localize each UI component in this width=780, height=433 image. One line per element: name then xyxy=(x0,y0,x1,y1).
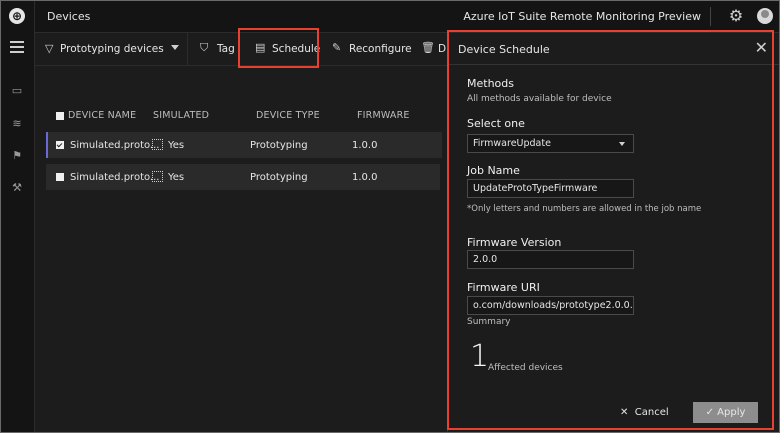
schedule-highlight-box xyxy=(238,28,319,68)
row-checkbox[interactable] xyxy=(56,173,64,181)
delete-label: D xyxy=(438,43,447,55)
filter-icon: ▽ xyxy=(45,42,54,55)
avatar-icon[interactable] xyxy=(757,8,773,24)
job-name-input[interactable]: UpdateProtoTypeFirmware xyxy=(467,179,634,198)
dashboard-nav-icon[interactable]: ▭ xyxy=(10,85,24,97)
top-bar-divider xyxy=(710,7,711,26)
reconfigure-button[interactable]: ✎ Reconfigure xyxy=(332,33,412,65)
top-bar: Devices Azure IoT Suite Remote Monitorin… xyxy=(1,1,779,33)
select-one-label: Select one xyxy=(467,117,525,130)
gear-icon[interactable]: ⚙ xyxy=(727,7,745,25)
filter-label: Prototyping devices xyxy=(60,43,164,55)
firmware-version-input[interactable]: 2.0.0 xyxy=(467,250,634,269)
devices-nav-icon[interactable]: ≋ xyxy=(10,118,24,130)
firmware-uri-label: Firmware URI xyxy=(467,281,540,294)
firmware-version-value: 2.0.0 xyxy=(473,254,498,265)
app-frame: Devices Azure IoT Suite Remote Monitorin… xyxy=(0,0,780,433)
simulated-icon xyxy=(152,171,163,182)
device-name-cell: Simulated.proto... xyxy=(70,140,160,151)
firmware-version-label: Firmware Version xyxy=(467,236,562,249)
close-icon[interactable]: ✕ xyxy=(755,39,768,57)
job-name-hint: *Only letters and numbers are allowed in… xyxy=(467,204,702,214)
methods-sub: All methods available for device xyxy=(467,94,612,104)
cancel-label: Cancel xyxy=(634,407,669,418)
device-type-cell: Prototyping xyxy=(250,140,308,151)
simulated-icon xyxy=(152,139,163,150)
panel-title: Device Schedule xyxy=(458,43,550,56)
firmware-uri-value: o.com/downloads/prototype2.0.0.bin xyxy=(473,300,634,311)
row-checkbox[interactable] xyxy=(56,141,64,149)
rules-nav-icon[interactable]: ⚑ xyxy=(10,150,24,162)
chevron-down-icon xyxy=(171,45,179,50)
methods-label: Methods xyxy=(467,77,514,90)
logo-icon[interactable]: ⊕ xyxy=(9,8,25,24)
column-header-device-name[interactable]: DEVICE NAME xyxy=(68,110,136,121)
tag-label: Tag xyxy=(217,43,235,55)
firmware-cell: 1.0.0 xyxy=(352,172,378,183)
affected-devices-label: Affected devices xyxy=(488,363,563,373)
simulated-cell: Yes xyxy=(168,140,185,151)
firmware-cell: 1.0.0 xyxy=(352,140,378,151)
app-title: Azure IoT Suite Remote Monitoring Previe… xyxy=(463,10,701,23)
apply-label: Apply xyxy=(717,407,746,418)
delete-icon: 🗑 xyxy=(421,41,435,54)
job-name-value: UpdateProtoTypeFirmware xyxy=(473,183,598,194)
left-nav: ⊕ ▭ ≋ ⚑ ⚒ xyxy=(1,1,35,432)
column-header-device-type[interactable]: DEVICE TYPE xyxy=(256,110,320,121)
method-select-value: FirmwareUpdate xyxy=(473,138,551,149)
column-header-simulated[interactable]: SIMULATED xyxy=(153,110,209,121)
select-all-checkbox[interactable] xyxy=(56,112,64,120)
cancel-button[interactable]: ✕ Cancel xyxy=(620,407,669,418)
delete-button[interactable]: 🗑 D xyxy=(421,33,447,65)
device-name-cell: Simulated.proto... xyxy=(70,172,160,183)
tag-icon: ⛉ xyxy=(200,41,209,54)
column-header-firmware[interactable]: FIRMWARE xyxy=(357,110,410,121)
device-schedule-panel: Device Schedule ✕ Methods All methods av… xyxy=(447,33,779,432)
method-select[interactable]: FirmwareUpdate xyxy=(467,134,634,153)
table-row[interactable]: Simulated.proto... Yes Prototyping 1.0.0 xyxy=(46,132,442,158)
device-type-cell: Prototyping xyxy=(250,172,308,183)
tag-button[interactable]: ⛉ Tag xyxy=(200,33,240,65)
hamburger-icon[interactable] xyxy=(10,41,24,53)
close-icon: ✕ xyxy=(620,407,629,418)
table-row[interactable]: Simulated.proto... Yes Prototyping 1.0.0 xyxy=(46,164,440,190)
firmware-uri-input[interactable]: o.com/downloads/prototype2.0.0.bin xyxy=(467,296,634,315)
simulated-cell: Yes xyxy=(168,172,185,183)
device-filter-dropdown[interactable]: ▽ Prototyping devices xyxy=(35,33,188,65)
check-icon: ✓ xyxy=(705,407,714,418)
page-title: Devices xyxy=(47,10,91,23)
apply-button[interactable]: ✓ Apply xyxy=(693,402,758,423)
job-name-label: Job Name xyxy=(467,164,520,177)
chevron-down-icon xyxy=(619,142,625,146)
reconfigure-label: Reconfigure xyxy=(349,43,412,55)
affected-count: 1 xyxy=(470,339,490,374)
summary-label: Summary xyxy=(467,317,511,327)
maintenance-nav-icon[interactable]: ⚒ xyxy=(10,182,24,194)
reconfigure-icon: ✎ xyxy=(332,41,342,54)
panel-divider xyxy=(448,64,779,65)
